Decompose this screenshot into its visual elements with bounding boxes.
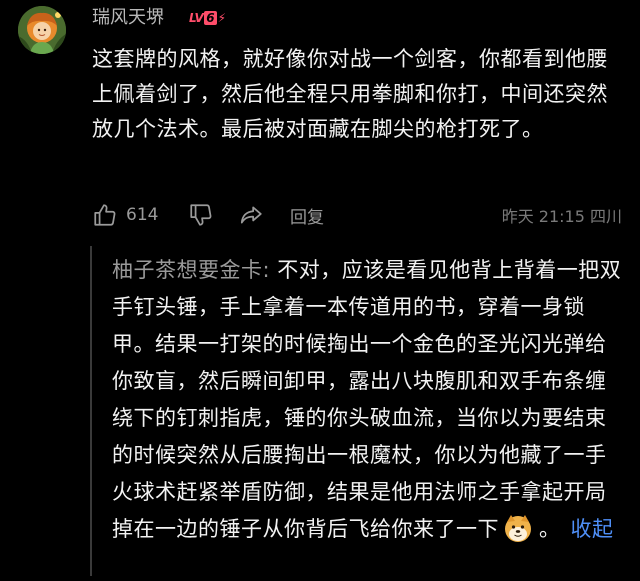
comment-meta: 昨天 21:15 四川: [501, 207, 622, 226]
user-avatar[interactable]: [18, 6, 66, 54]
lightning-icon: ⚡: [217, 11, 227, 25]
comment-actions: 614 回复 昨天 21:15 四川: [92, 200, 622, 230]
like-count: 614: [126, 205, 159, 225]
reply-content: 柚子茶想要金卡: 不对，应该是看见他背上背着一把双手钉头锤，手上拿着一本传道用的…: [112, 252, 622, 548]
reply-button[interactable]: 回复: [290, 200, 324, 230]
reply-end-punct: 。: [539, 517, 561, 541]
comment-card: 瑞风天堺 LV 6 ⚡ 这套牌的风格，就好像你对战一个剑客，你都看到他腰上佩着剑…: [0, 0, 640, 581]
level-badge: LV 6 ⚡: [189, 9, 231, 27]
doge-emoji-icon: [505, 515, 531, 542]
reply-block: 柚子茶想要金卡: 不对，应该是看见他背上背着一把双手钉头锤，手上拿着一本传道用的…: [90, 246, 632, 576]
username[interactable]: 瑞风天堺: [92, 6, 164, 30]
comment-text: 这套牌的风格，就好像你对战一个剑客，你都看到他腰上佩着剑了，然后他全程只用拳脚和…: [92, 47, 608, 141]
thumbs-down-icon: [190, 204, 212, 226]
collapse-button[interactable]: 收起: [571, 517, 614, 541]
level-prefix: LV: [189, 11, 204, 25]
avatar-image: [18, 6, 66, 54]
reply-separator: :: [262, 258, 278, 282]
share-button[interactable]: [238, 200, 264, 230]
share-icon: [240, 206, 262, 224]
level-number: 6: [204, 11, 217, 25]
like-button[interactable]: 614: [92, 200, 158, 230]
dislike-button[interactable]: [188, 200, 214, 230]
reply-author[interactable]: 柚子茶想要金卡: [112, 258, 263, 282]
thumbs-up-icon: [94, 204, 116, 226]
reply-text: 不对，应该是看见他背上背着一把双手钉头锤，手上拿着一本传道用的书，穿着一身锁甲。…: [112, 258, 622, 541]
